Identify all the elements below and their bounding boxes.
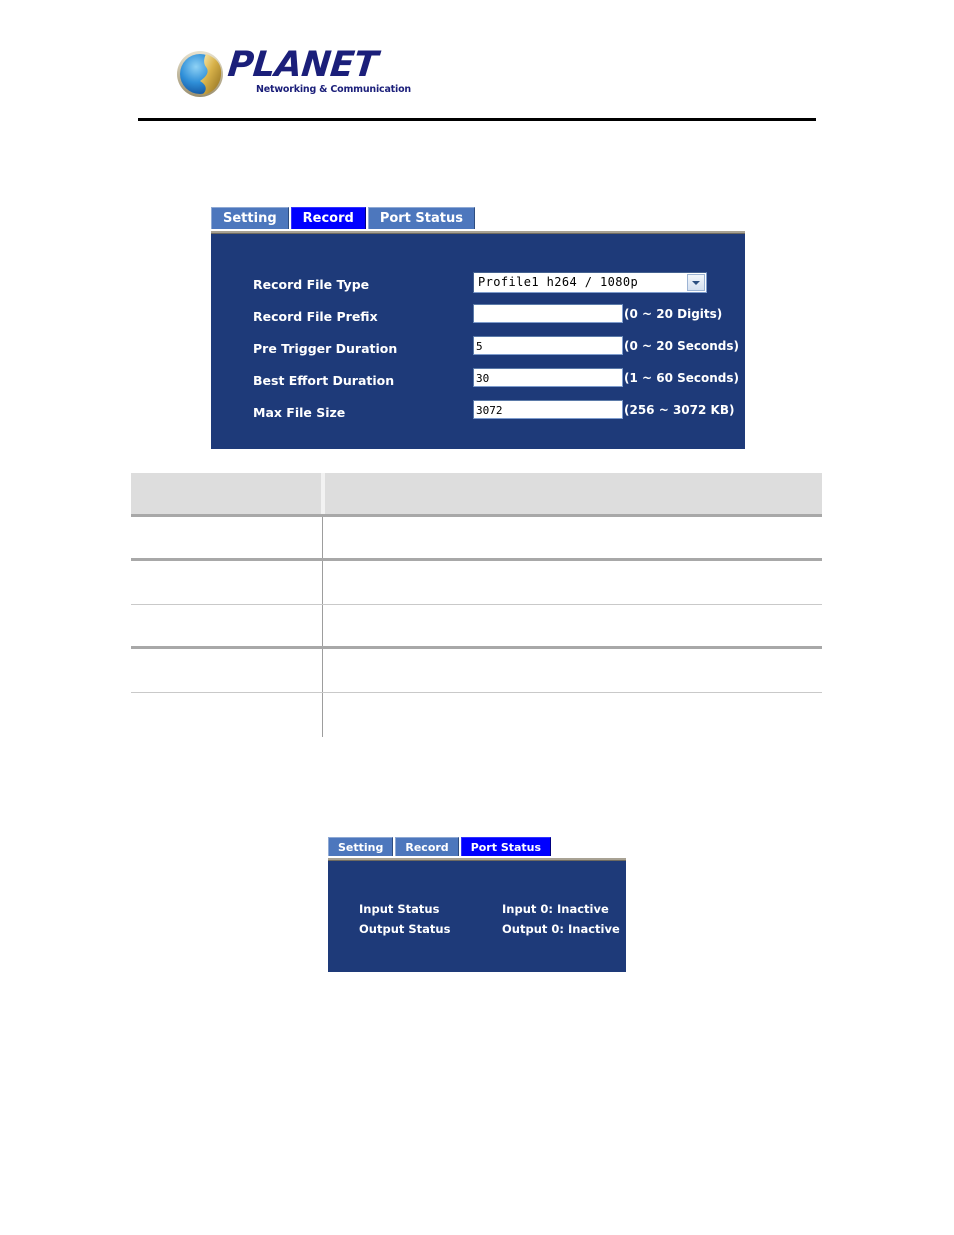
hint-pre-trigger-duration: (0 ~ 20 Seconds): [624, 338, 740, 353]
header-column-split: [321, 473, 325, 514]
record-panel-body: Record File Type Profile1 h264 / 1080p R…: [211, 234, 745, 449]
document-header: PLANET Networking & Communication: [138, 40, 816, 130]
field-record-file-prefix: (0 ~ 20 Digits): [473, 304, 722, 323]
description-table: [131, 473, 822, 737]
logo-wordmark: PLANET: [225, 45, 380, 85]
hint-best-effort-duration: (1 ~ 60 Seconds): [624, 370, 740, 385]
table-row: [131, 605, 822, 649]
row-column-divider: [322, 517, 323, 558]
label-max-file-size: Max File Size: [253, 405, 346, 420]
planet-logo: PLANET Networking & Communication: [176, 44, 411, 106]
record-file-prefix-input[interactable]: [473, 304, 623, 323]
header-divider: [138, 118, 816, 121]
label-pre-trigger-duration: Pre Trigger Duration: [253, 341, 398, 356]
record-file-type-value: Profile1 h264 / 1080p: [478, 275, 639, 289]
max-file-size-input[interactable]: 3072: [473, 400, 623, 419]
port-panel-body: Input Status Input 0: Inactive Output St…: [328, 861, 626, 972]
form-row-record-file-prefix: Record File Prefix (0 ~ 20 Digits): [211, 302, 745, 334]
label-output-status: Output Status: [359, 922, 451, 936]
tab-port-status[interactable]: Port Status: [367, 207, 475, 229]
tab-record[interactable]: Record: [395, 837, 459, 856]
field-max-file-size: 3072 (256 ~ 3072 KB): [473, 400, 734, 419]
label-record-file-prefix: Record File Prefix: [253, 309, 378, 324]
port-status-widget: Setting Record Port Status Input Status In…: [328, 837, 626, 972]
value-input-status: Input 0: Inactive: [502, 902, 609, 916]
table-header-row: [131, 473, 822, 517]
port-tabbar: Setting Record Port Status: [328, 837, 626, 858]
record-file-type-select[interactable]: Profile1 h264 / 1080p: [473, 272, 707, 293]
label-best-effort-duration: Best Effort Duration: [253, 373, 395, 388]
tab-port-status[interactable]: Port Status: [460, 837, 552, 856]
table-row: [131, 561, 822, 605]
field-record-file-type: Profile1 h264 / 1080p: [473, 272, 707, 293]
row-column-divider: [322, 605, 323, 646]
hint-record-file-prefix: (0 ~ 20 Digits): [624, 306, 723, 321]
status-row-output: Output Status Output 0: Inactive: [328, 922, 626, 942]
form-row-record-file-type: Record File Type Profile1 h264 / 1080p: [211, 270, 745, 302]
best-effort-duration-input[interactable]: 30: [473, 368, 623, 387]
form-row-pre-trigger-duration: Pre Trigger Duration 5 (0 ~ 20 Seconds): [211, 334, 745, 366]
tab-record[interactable]: Record: [290, 207, 366, 229]
field-pre-trigger-duration: 5 (0 ~ 20 Seconds): [473, 336, 739, 355]
label-input-status: Input Status: [359, 902, 440, 916]
row-column-divider: [322, 561, 323, 604]
chevron-down-icon[interactable]: [687, 274, 705, 291]
table-row: [131, 649, 822, 693]
row-column-divider: [322, 693, 323, 737]
logo-tagline: Networking & Communication: [256, 84, 411, 95]
form-row-max-file-size: Max File Size 3072 (256 ~ 3072 KB): [211, 398, 745, 430]
hint-max-file-size: (256 ~ 3072 KB): [624, 402, 735, 417]
row-column-divider: [322, 649, 323, 692]
pre-trigger-duration-input[interactable]: 5: [473, 336, 623, 355]
tab-setting[interactable]: Setting: [328, 837, 394, 856]
label-record-file-type: Record File Type: [253, 277, 370, 292]
field-best-effort-duration: 30 (1 ~ 60 Seconds): [473, 368, 739, 387]
table-row: [131, 693, 822, 737]
status-row-input: Input Status Input 0: Inactive: [328, 902, 626, 922]
record-settings-widget: Setting Record Port Status Record File Typ…: [211, 207, 745, 449]
planet-globe-icon: [177, 51, 223, 97]
form-row-best-effort-duration: Best Effort Duration 30 (1 ~ 60 Seconds): [211, 366, 745, 398]
record-tabbar: Setting Record Port Status: [211, 207, 745, 231]
table-row: [131, 517, 822, 561]
tab-setting[interactable]: Setting: [211, 207, 289, 229]
value-output-status: Output 0: Inactive: [502, 922, 620, 936]
